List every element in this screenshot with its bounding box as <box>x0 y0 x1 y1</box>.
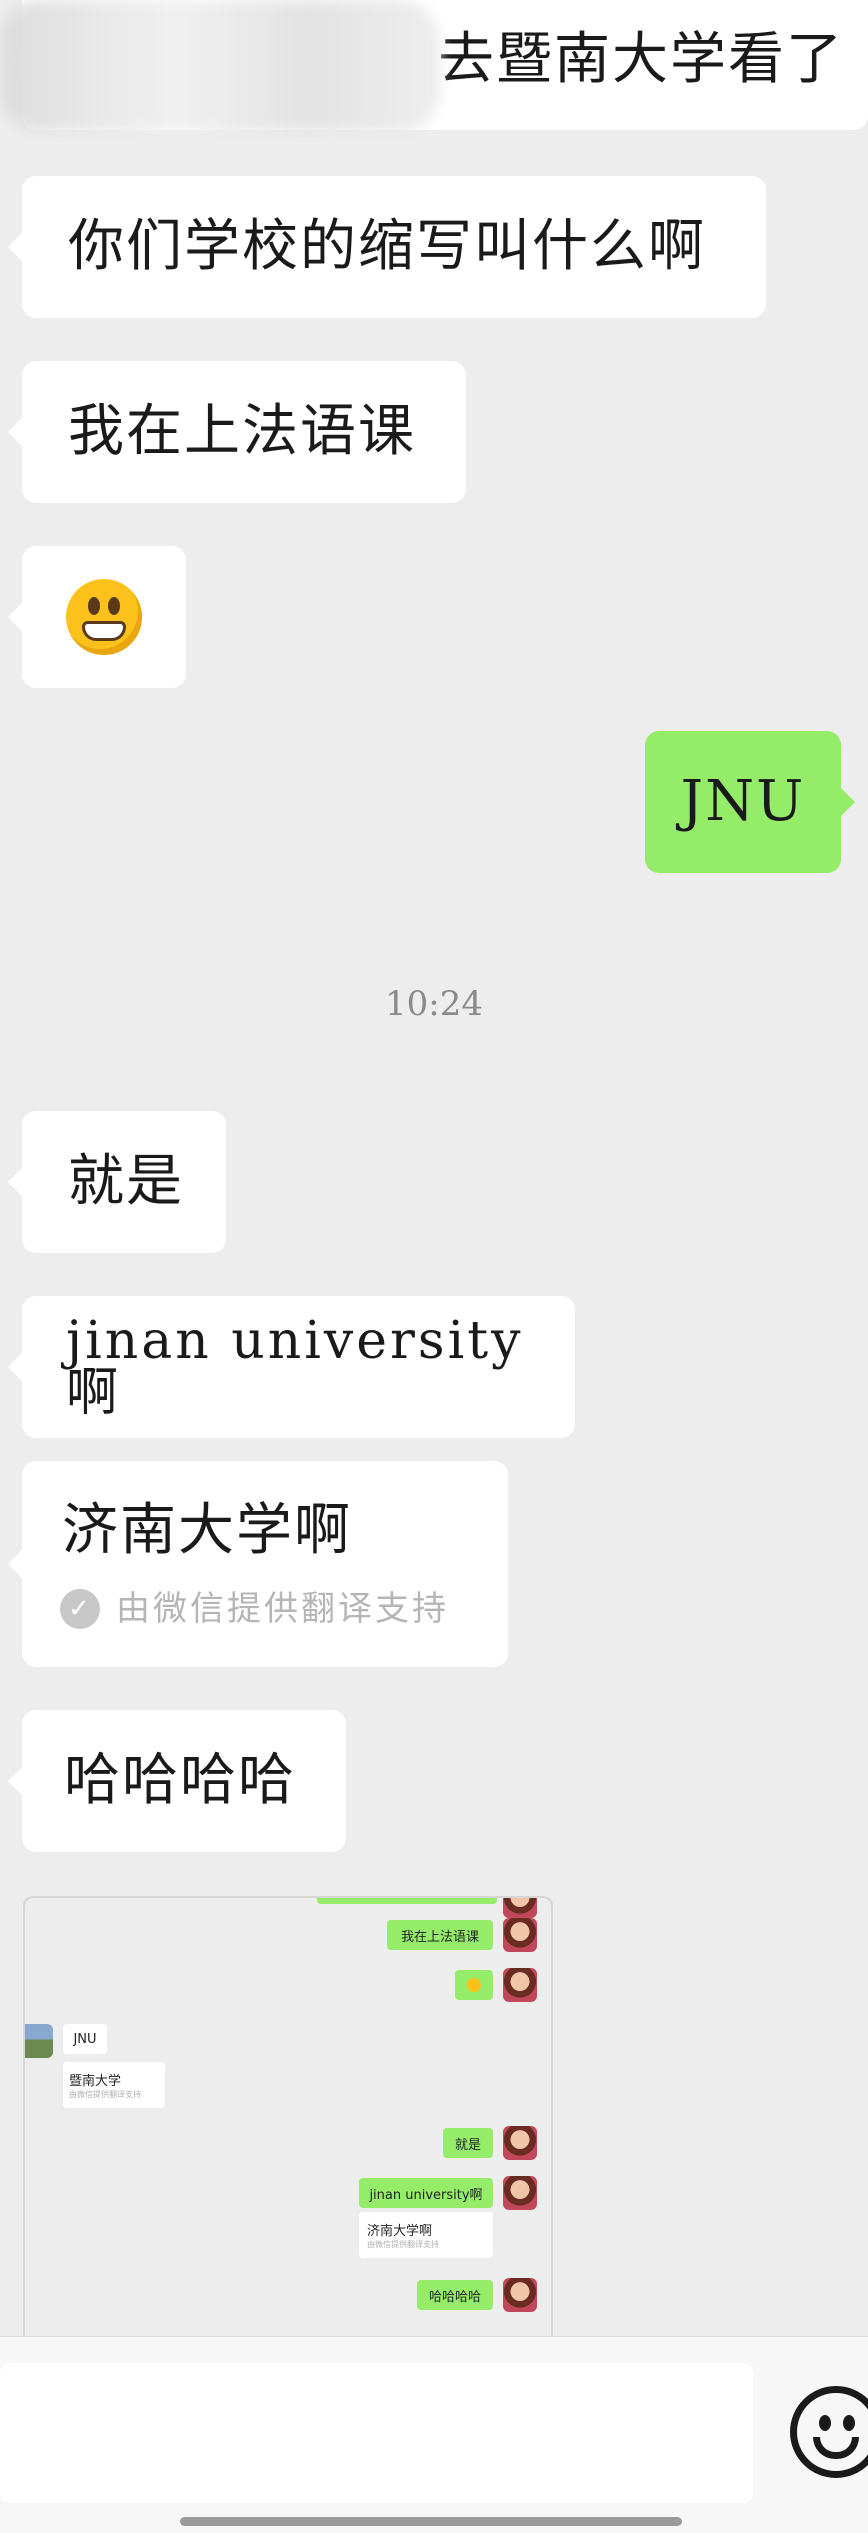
thumb-avatar <box>503 1918 537 1952</box>
translation-note: ✓ 由微信提供翻译支持 <box>60 1589 449 1629</box>
message-bubble[interactable]: 我在上法语课 <box>8 361 466 503</box>
translation-text: 由微信提供翻译支持 <box>116 1589 449 1629</box>
thumb-avatar-contact <box>25 2024 53 2058</box>
message-bubble[interactable]: jinan university 啊 <box>8 1296 575 1438</box>
thumb-sent-bubble: jinan university啊 <box>359 2178 493 2208</box>
redaction-blur <box>0 0 440 132</box>
thumb-bubble-partial <box>317 1898 497 1904</box>
message-text: 我在上法语课 <box>68 399 416 464</box>
thumb-translation: 由微信提供翻译支持 <box>367 2240 439 2249</box>
message-timestamp: 10:24 <box>385 984 483 1024</box>
message-bubble[interactable]: 哈哈哈哈 <box>8 1710 346 1852</box>
thumb-sent-bubble: 我在上法语课 <box>387 1920 493 1950</box>
message-bubble[interactable]: 你们学校的缩写叫什么啊 <box>8 176 766 318</box>
thumb-bubble: JNU <box>63 2024 107 2054</box>
thumb-bubble-translation: 济南大学啊 由微信提供翻译支持 <box>359 2212 493 2258</box>
message-text: 你们学校的缩写叫什么啊 <box>68 214 706 279</box>
thumb-avatar <box>503 2126 537 2160</box>
message-text: 去暨南大学看了 <box>438 27 844 92</box>
input-bar <box>0 2336 868 2533</box>
message-text: 哈哈哈哈 <box>64 1748 296 1813</box>
thumb-avatar <box>503 2278 537 2312</box>
message-text: JNU <box>680 769 806 834</box>
grinning-face-icon <box>66 579 142 655</box>
thumb-sent-bubble: 哈哈哈哈 <box>417 2280 493 2310</box>
message-text: jinan university 啊 <box>66 1311 524 1423</box>
home-indicator[interactable] <box>180 2517 682 2526</box>
thumb-text: 济南大学啊 <box>367 2224 433 2239</box>
message-text: 济南大学啊 <box>62 1498 352 1563</box>
thumb-translation: 由微信提供翻译支持 <box>69 2090 141 2099</box>
message-input[interactable] <box>0 2363 753 2503</box>
thumb-avatar <box>503 2176 537 2210</box>
thumb-bubble-translation: 暨南大学 由微信提供翻译支持 <box>63 2062 165 2108</box>
emoji-message[interactable] <box>8 546 186 688</box>
thumb-text: 暨南大学 <box>69 2074 122 2089</box>
message-bubble[interactable]: 就是 <box>8 1111 226 1253</box>
sent-message-bubble[interactable]: JNU <box>645 731 855 873</box>
thumb-sent-bubble: 就是 <box>443 2128 493 2158</box>
message-bubble-with-translation[interactable]: 济南大学啊 ✓ 由微信提供翻译支持 <box>8 1461 508 1667</box>
thumb-sent-emoji <box>455 1970 493 2000</box>
thumb-avatar <box>503 1968 537 2002</box>
check-icon: ✓ <box>60 1589 100 1629</box>
message-text: 就是 <box>68 1149 184 1214</box>
thumb-avatar <box>503 1898 537 1918</box>
